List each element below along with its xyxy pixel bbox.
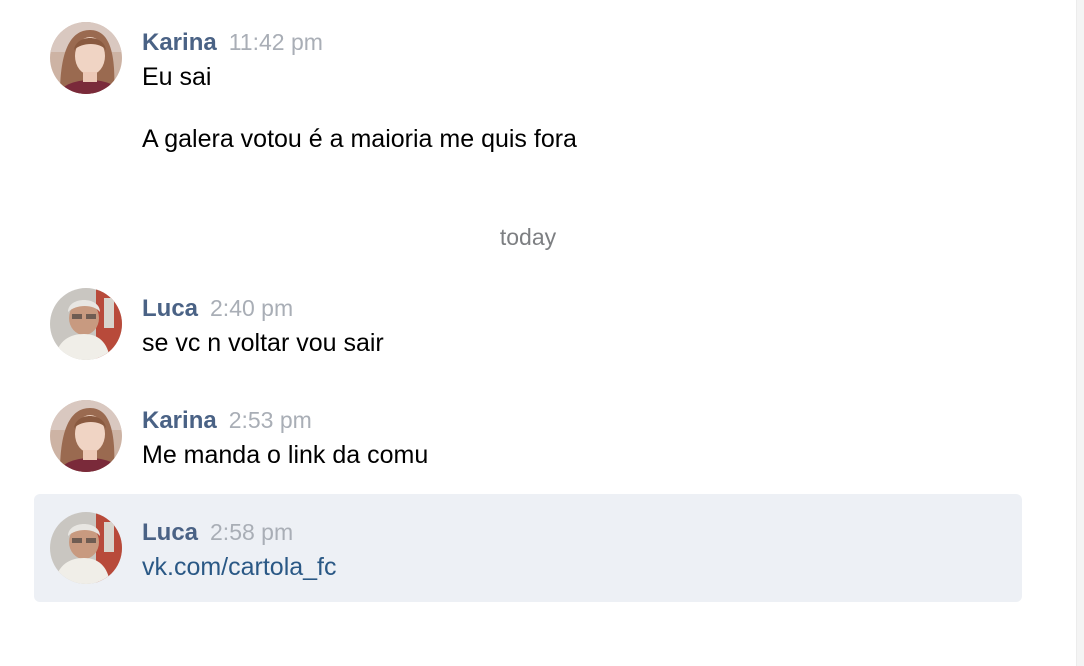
karina-avatar[interactable] bbox=[50, 22, 122, 94]
luca-avatar[interactable] bbox=[50, 288, 122, 360]
message-link[interactable]: vk.com/cartola_fc bbox=[142, 552, 337, 582]
message-time: 11:42 pm bbox=[228, 29, 323, 55]
message-group: Karina 2:53 pm Me manda o link da comu bbox=[34, 382, 1022, 482]
message-header: Karina 2:53 pm bbox=[142, 406, 312, 438]
message-header: Karina 11:42 pm bbox=[142, 28, 323, 60]
message-time: 2:40 pm bbox=[210, 295, 294, 321]
scrollbar[interactable] bbox=[1076, 0, 1084, 666]
date-separator: today bbox=[499, 224, 557, 250]
message-group-highlighted: Luca 2:58 pm vk.com/cartola_fc bbox=[34, 494, 1022, 602]
message-text: Eu sai bbox=[142, 63, 212, 91]
author-name[interactable]: Luca bbox=[142, 519, 198, 546]
message-time: 2:53 pm bbox=[228, 407, 312, 433]
message-group: Karina 11:42 pm Eu sai A galera votou é a… bbox=[34, 0, 1022, 190]
message-header: Luca 2:40 pm bbox=[142, 294, 293, 326]
message-text: se vc n voltar vou sair bbox=[142, 329, 384, 357]
luca-avatar[interactable] bbox=[50, 512, 122, 584]
message-text: A galera votou é a maioria me quis fora bbox=[142, 125, 577, 153]
message-text: Me manda o link da comu bbox=[142, 441, 429, 469]
message-header: Luca 2:58 pm bbox=[142, 518, 293, 550]
chat-history: Karina 11:42 pm Eu sai A galera votou é a… bbox=[0, 0, 1084, 666]
author-name[interactable]: Karina bbox=[142, 407, 217, 434]
author-name[interactable]: Luca bbox=[142, 295, 198, 322]
message-group: Luca 2:40 pm se vc n voltar vou sair bbox=[34, 270, 1022, 370]
author-name[interactable]: Karina bbox=[142, 29, 217, 56]
message-time: 2:58 pm bbox=[210, 519, 294, 545]
karina-avatar[interactable] bbox=[50, 400, 122, 472]
